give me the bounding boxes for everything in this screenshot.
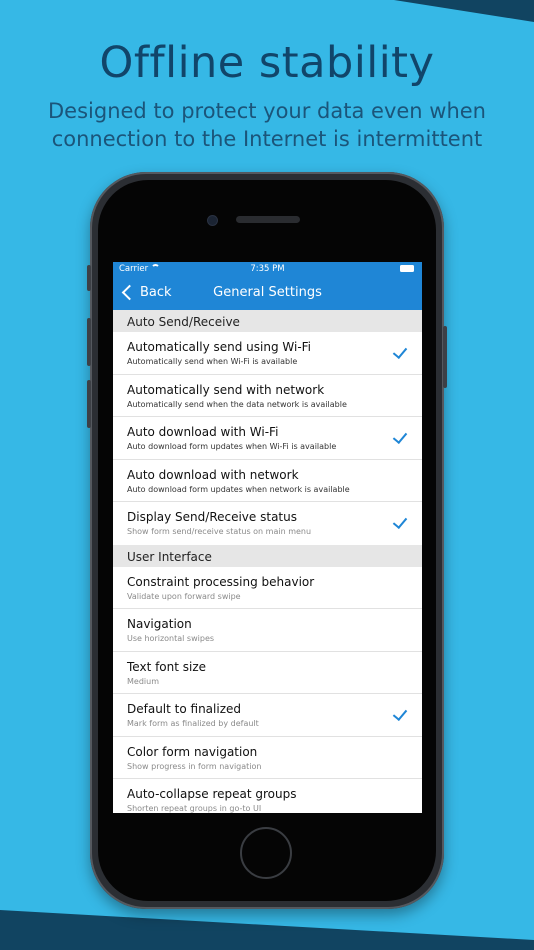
setting-subtitle: Use horizontal swipes — [127, 634, 215, 643]
home-button[interactable] — [240, 827, 292, 879]
setting-subtitle: Show form send/receive status on main me… — [127, 527, 312, 536]
checkmark-icon — [392, 513, 408, 530]
checkmark-icon — [392, 343, 408, 360]
setting-constraint-processing[interactable]: Constraint processing behavior Validate … — [113, 567, 422, 609]
volume-up-button — [87, 318, 91, 366]
setting-subtitle: Automatically send when the data network… — [127, 399, 347, 409]
setting-auto-send-wifi[interactable]: Automatically send using Wi-Fi Automatic… — [113, 332, 422, 375]
corner-decoration-top — [394, 0, 534, 22]
setting-subtitle: Mark form as finalized by default — [127, 719, 259, 728]
status-bar: Carrier 7:35 PM — [113, 262, 422, 276]
section-header-auto-send-receive: Auto Send/Receive — [113, 310, 422, 332]
banner-subtitle-line-1: Designed to protect your data even when — [48, 99, 486, 123]
setting-subtitle: Automatically send when Wi-Fi is availab… — [127, 357, 298, 366]
navigation-bar: Back General Settings — [113, 276, 422, 310]
setting-auto-send-network[interactable]: Automatically send with network Automati… — [113, 375, 422, 417]
mute-switch — [87, 265, 91, 291]
checkmark-icon — [392, 428, 408, 445]
corner-decoration-bottom — [0, 910, 534, 950]
setting-title: Color form navigation — [127, 744, 258, 759]
battery-icon — [400, 265, 414, 272]
section-header-user-interface: User Interface — [113, 544, 422, 567]
setting-auto-download-wifi[interactable]: Auto download with Wi-Fi Auto download f… — [113, 417, 422, 460]
setting-navigation[interactable]: Navigation Use horizontal swipes — [113, 609, 422, 652]
setting-text-font-size[interactable]: Text font size Medium — [113, 652, 422, 694]
setting-subtitle: Validate upon forward swipe — [127, 591, 241, 601]
setting-auto-collapse-repeat-groups[interactable]: Auto-collapse repeat groups Shorten repe… — [113, 779, 422, 813]
setting-default-to-finalized[interactable]: Default to finalized Mark form as finali… — [113, 694, 422, 737]
setting-title: Auto download with network — [127, 467, 299, 482]
power-button — [443, 326, 447, 388]
setting-title: Display Send/Receive status — [127, 510, 297, 524]
setting-title: Text font size — [127, 659, 207, 674]
setting-subtitle: Medium — [127, 676, 159, 686]
setting-auto-download-network[interactable]: Auto download with network Auto download… — [113, 460, 422, 502]
status-time: 7:35 PM — [250, 264, 285, 274]
setting-color-form-navigation[interactable]: Color form navigation Show progress in f… — [113, 737, 422, 779]
setting-display-send-receive-status[interactable]: Display Send/Receive status Show form se… — [113, 502, 422, 545]
setting-title: Auto download with Wi-Fi — [127, 425, 279, 439]
setting-subtitle: Auto download form updates when Wi-Fi is… — [127, 442, 337, 451]
setting-title: Navigation — [127, 617, 192, 631]
banner-title: Offline stability — [99, 38, 435, 88]
setting-title: Constraint processing behavior — [127, 574, 315, 589]
banner-subtitle-line-2: connection to the Internet is intermitte… — [51, 127, 483, 151]
banner-subtitle: Designed to protect your data even when … — [10, 97, 524, 153]
phone-screen: Carrier 7:35 PM Back General Settings Au… — [113, 262, 422, 813]
setting-subtitle: Show progress in form navigation — [127, 761, 262, 771]
front-camera — [208, 216, 217, 225]
earpiece-speaker — [236, 216, 300, 223]
checkmark-icon — [392, 705, 408, 722]
setting-title: Automatically send using Wi-Fi — [127, 340, 312, 354]
setting-title: Auto-collapse repeat groups — [127, 787, 297, 801]
page-title: General Settings — [213, 285, 322, 300]
volume-down-button — [87, 380, 91, 428]
setting-title: Default to finalized — [127, 702, 242, 716]
setting-subtitle: Shorten repeat groups in go-to UI — [127, 804, 262, 813]
setting-subtitle: Auto download form updates when network … — [127, 484, 350, 494]
setting-title: Automatically send with network — [127, 382, 325, 397]
